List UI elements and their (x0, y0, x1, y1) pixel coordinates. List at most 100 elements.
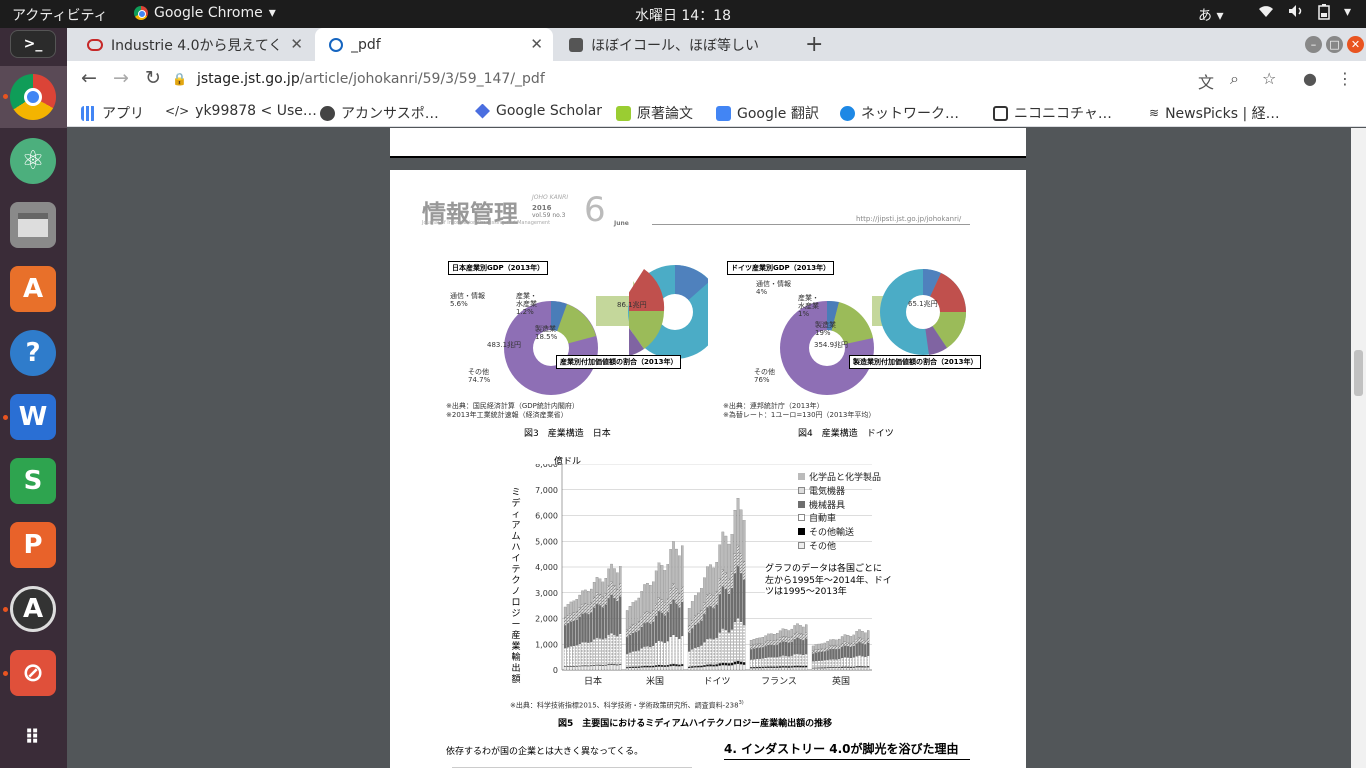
bar-segment (652, 581, 655, 611)
bar-segment (601, 639, 605, 666)
bar-segment (601, 607, 605, 640)
software-center-icon[interactable]: A (10, 266, 56, 312)
bar-segment (578, 607, 581, 618)
bar-segment (660, 599, 664, 613)
bookmark-google-scholar[interactable]: Google Scholar (475, 103, 602, 119)
close-window-button[interactable]: ✕ (1347, 36, 1364, 53)
bar-segment (730, 665, 734, 671)
fig3-caption: 図3 産業構造 日本 (524, 429, 611, 439)
bar-segment (840, 657, 844, 667)
bar-segment (697, 665, 700, 668)
bar-segment (634, 600, 638, 624)
bar-segment (718, 632, 722, 664)
file-manager-icon[interactable] (10, 202, 56, 248)
fig3-label-agri: 産業・ 水産業 1.2% (516, 292, 537, 316)
bookmark-google-translate[interactable]: Google 翻訳 (716, 103, 819, 123)
minimize-button[interactable]: – (1305, 36, 1322, 53)
system-tray[interactable]: ▾ (1258, 4, 1351, 24)
bookmark-apps[interactable]: アプリ (81, 103, 144, 123)
bar-segment (749, 640, 753, 646)
fig4-source-2: ※為替レート：1ユーロ=130円（2013年平均） (723, 411, 876, 419)
close-icon[interactable]: ✕ (290, 35, 303, 53)
pdf-viewer-icon[interactable]: ⊘ (10, 650, 56, 696)
tab-favicon-icon (329, 37, 343, 52)
bookmark-star-icon[interactable]: ☆ (1262, 69, 1276, 88)
bar-segment (764, 657, 767, 667)
translate-icon[interactable]: 文 (1198, 69, 1214, 93)
fig4-label-agri: 産業・ 水産業 1% (798, 294, 819, 318)
input-method-indicator[interactable]: あ ▾ (1198, 5, 1223, 25)
bookmark-newspicks[interactable]: ≋ NewsPicks | 経… (1149, 103, 1280, 123)
bar-segment (687, 667, 691, 671)
atom-icon[interactable]: ⚛ (10, 138, 56, 184)
bar-segment (802, 626, 805, 635)
bookmark-network[interactable]: ネットワーク… (840, 103, 959, 123)
pdf-viewer[interactable]: 情報管理 JOHO KANRI 2016 vol.59 no.3 Journal… (67, 128, 1366, 768)
writer-icon[interactable]: W (10, 394, 56, 440)
forward-button[interactable]: → (113, 67, 129, 89)
bar-segment (700, 666, 703, 671)
presentation-icon[interactable]: P (10, 522, 56, 568)
bar-segment (867, 630, 870, 639)
bar-segment (690, 628, 694, 650)
zoom-icon[interactable]: ⌕ (1230, 69, 1239, 89)
legend-item: 自動車 (798, 513, 881, 527)
spreadsheet-icon[interactable]: S (10, 458, 56, 504)
issue-month: June (614, 220, 629, 227)
bar-segment (826, 659, 829, 668)
bookmark-original-papers[interactable]: 原著論文 (616, 103, 693, 123)
issue-number: 6 (584, 190, 606, 230)
bar-segment (861, 638, 864, 644)
tab-hobo[interactable]: ほぼイコール、ほぼ等しい (555, 28, 791, 61)
bar-segment (752, 667, 756, 671)
bar-segment (681, 601, 684, 637)
bar-segment (742, 561, 746, 580)
bar-segment (604, 593, 607, 606)
bar-segment (752, 639, 756, 645)
bar-segment (681, 664, 684, 667)
help-icon[interactable]: ? (10, 330, 56, 376)
tab-pdf[interactable]: _pdf ✕ (315, 28, 553, 61)
fig3-label-it: 通信・情報 5.6% (450, 292, 485, 308)
bar-segment (637, 650, 640, 667)
new-tab-button[interactable]: + (805, 32, 823, 57)
scrollbar-thumb[interactable] (1354, 350, 1363, 396)
bar-segment (663, 666, 667, 671)
bar-segment (690, 667, 694, 671)
tv-icon (993, 105, 1008, 121)
scrollbar[interactable] (1351, 128, 1366, 768)
bar-segment (595, 665, 599, 671)
updater-icon[interactable]: A (10, 586, 56, 632)
bar-segment (840, 666, 844, 668)
bar-segment (790, 636, 794, 642)
clock[interactable]: 水曜日 14：18 (0, 5, 1366, 25)
bar-segment (700, 645, 703, 666)
chrome-icon[interactable] (10, 74, 56, 120)
bar-segment (773, 657, 776, 667)
menu-icon[interactable]: ⋮ (1337, 69, 1353, 88)
bar-segment (805, 632, 808, 639)
bar-segment (799, 654, 802, 666)
bookmark-yk99878[interactable]: </> yk99878 < Use… (165, 103, 317, 119)
profile-icon[interactable]: ● (1303, 69, 1317, 88)
bar-segment (628, 626, 632, 636)
close-icon[interactable]: ✕ (530, 35, 543, 53)
reload-button[interactable]: ↻ (145, 67, 161, 89)
show-applications-icon[interactable]: ⠿ (10, 714, 56, 760)
bar-segment (755, 667, 759, 671)
fig3-label-other: その他 74.7% (468, 368, 491, 384)
address-bar[interactable]: 🔒 jstage.jst.go.jp/article/johokanri/59/… (172, 64, 1302, 94)
tab-industrie[interactable]: Industrie 4.0から見えてく ✕ (73, 28, 313, 61)
bar-segment (578, 643, 581, 666)
bar-segment (589, 612, 593, 642)
bar-segment (749, 649, 753, 660)
maximize-button[interactable]: □ (1326, 36, 1343, 53)
terminal-icon[interactable]: >_ (10, 30, 56, 58)
back-button[interactable]: ← (81, 67, 97, 89)
bookmark-niconico[interactable]: ニコニコチャ… (993, 103, 1112, 123)
bar-segment (793, 633, 796, 640)
bar-segment (820, 668, 824, 671)
fig4-center-value: 354.9兆円 (814, 341, 849, 349)
bar-segment (598, 665, 602, 671)
bookmark-acanthus[interactable]: アカンサスポ… (320, 103, 439, 123)
